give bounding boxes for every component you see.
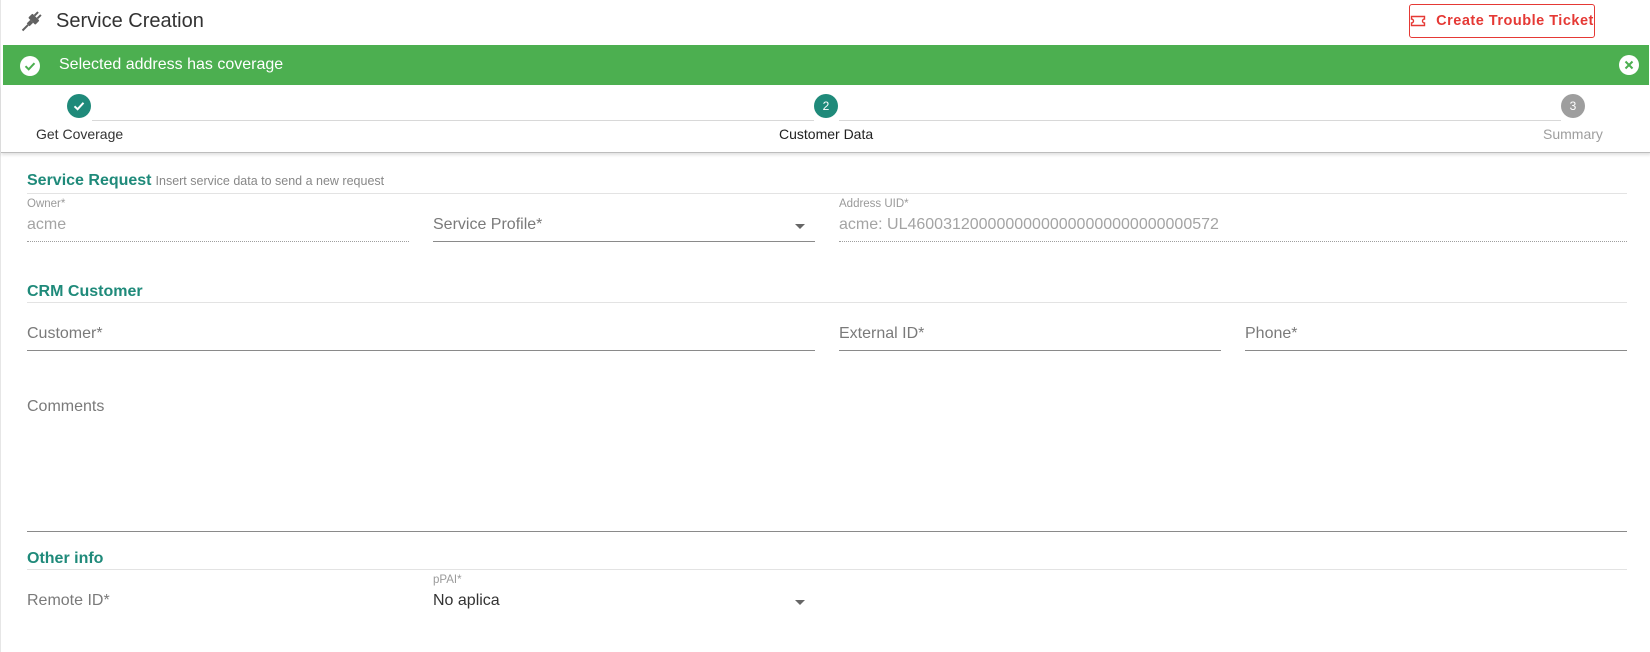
step-2-circle[interactable]: 2 [814,94,838,118]
plug-icon [21,11,42,32]
service-request-title: Service Request [27,172,152,189]
check-icon [73,102,85,111]
address-uid-value: acme: UL46003120000000000000000000000000… [839,216,1219,233]
comments-textarea[interactable]: Comments [27,380,1627,532]
ppai-select[interactable]: pPAI* No aplica [433,574,815,620]
external-id-placeholder: External ID* [839,325,925,342]
ppai-value: No aplica [433,592,500,609]
progress-stepper: Get Coverage 2 Customer Data 3 Summary [1,86,1650,153]
address-uid-label: Address UID* [839,198,909,210]
remote-id-input[interactable]: Remote ID* [27,574,409,620]
alert-message: Selected address has coverage [59,56,284,73]
service-request-heading: Service Request Insert service data to se… [27,172,384,190]
service-request-subtitle: Insert service data to send a new reques… [155,174,385,188]
check-circle-icon [20,56,40,76]
step-1-label[interactable]: Get Coverage [36,126,123,142]
chevron-down-icon [795,600,805,605]
crm-customer-title: CRM Customer [27,283,143,300]
step-3-label[interactable]: Summary [1543,126,1603,142]
coverage-alert: Selected address has coverage [3,45,1649,85]
page-title: Service Creation [56,10,204,32]
step-1-circle[interactable] [67,94,91,118]
step-2-label[interactable]: Customer Data [779,126,873,142]
section-divider [27,193,1627,194]
other-info-title: Other info [27,550,104,567]
ticket-icon [1410,15,1426,27]
close-icon[interactable] [1618,54,1640,76]
ppai-label: pPAI* [433,574,462,586]
address-uid-field: Address UID* acme: UL4600312000000000000… [839,198,1627,244]
owner-value: acme [27,216,67,233]
phone-input[interactable]: Phone* [1245,307,1627,353]
chevron-down-icon [795,224,805,229]
external-id-input[interactable]: External ID* [839,307,1221,353]
step-connector [92,120,814,121]
step-connector [839,120,1561,121]
owner-label: Owner* [27,198,66,210]
phone-placeholder: Phone* [1245,325,1298,342]
service-creation-page: Service Creation Create Trouble Ticket S… [0,0,1650,652]
owner-field: Owner* acme [27,198,409,244]
create-trouble-ticket-label: Create Trouble Ticket [1436,13,1594,29]
step-3-circle[interactable]: 3 [1561,94,1585,118]
customer-placeholder: Customer* [27,325,103,342]
service-profile-select[interactable]: Service Profile* [433,198,815,244]
section-divider [27,302,1627,303]
remote-id-placeholder: Remote ID* [27,592,110,609]
page-header: Service Creation Create Trouble Ticket [1,0,1650,44]
customer-input[interactable]: Customer* [27,307,815,353]
service-profile-placeholder: Service Profile* [433,216,543,233]
section-divider [27,569,1627,570]
comments-placeholder: Comments [27,398,105,415]
create-trouble-ticket-button[interactable]: Create Trouble Ticket [1409,4,1595,38]
